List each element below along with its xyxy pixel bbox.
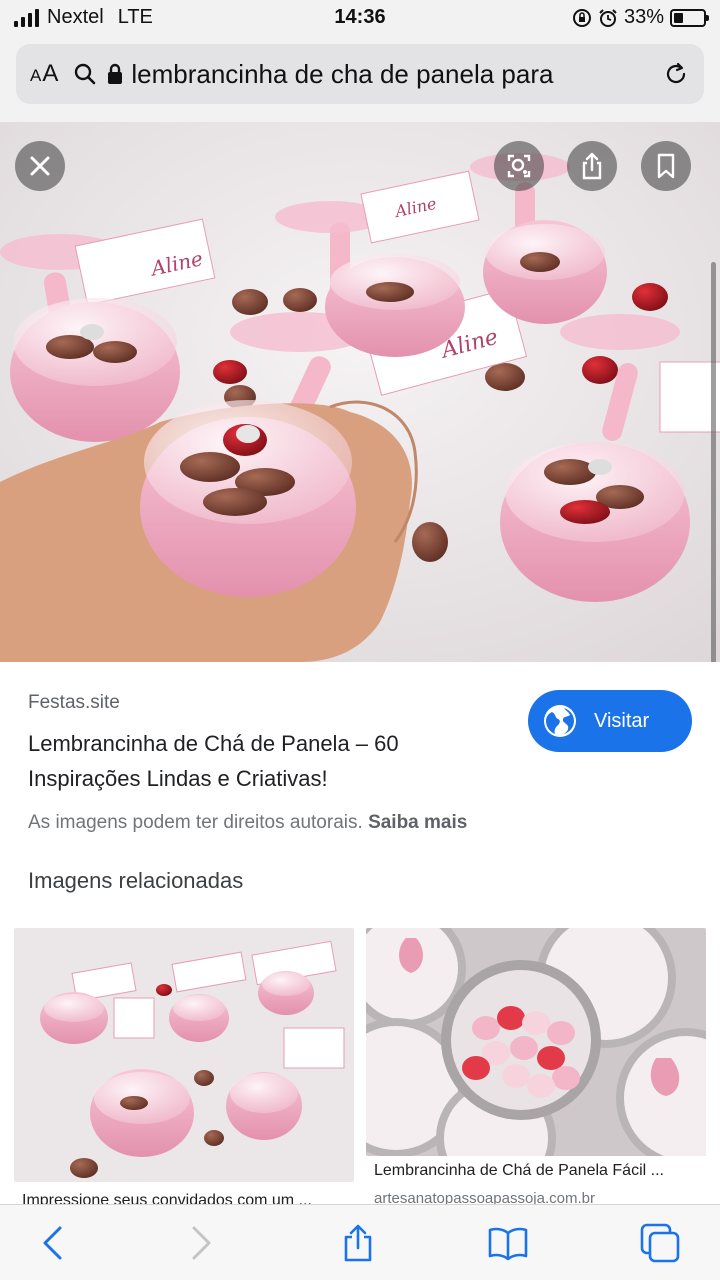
related-caption-2[interactable]: Lembrancinha de Chá de Panela Fácil ... bbox=[374, 1162, 698, 1180]
bookmarks-icon bbox=[488, 1227, 528, 1261]
party-favor-photo: Aline Aline Aline bbox=[0, 122, 720, 662]
close-icon bbox=[30, 156, 50, 176]
related-photo-2 bbox=[366, 928, 706, 1156]
share-icon bbox=[582, 152, 602, 180]
share-icon bbox=[344, 1224, 372, 1262]
favor-pot bbox=[483, 220, 607, 324]
globe-icon bbox=[544, 705, 576, 737]
result-source[interactable]: Festas.site bbox=[28, 692, 120, 714]
learn-more-link[interactable]: Saiba mais bbox=[368, 812, 467, 833]
favor-pot bbox=[325, 254, 465, 357]
close-button[interactable] bbox=[15, 141, 65, 191]
lens-icon bbox=[507, 154, 531, 178]
search-icon bbox=[75, 63, 96, 85]
favor-pot bbox=[500, 442, 690, 602]
rotation-lock-icon bbox=[572, 8, 591, 27]
text-size-icon[interactable]: AA bbox=[30, 60, 59, 88]
related-image-1[interactable] bbox=[14, 928, 354, 1182]
bottom-toolbar bbox=[0, 1204, 720, 1280]
battery-icon bbox=[670, 8, 709, 27]
tabs-button[interactable] bbox=[638, 1221, 682, 1265]
forward-icon bbox=[192, 1226, 211, 1260]
bookmark-icon bbox=[657, 153, 675, 179]
browser-header: AA lembrancinha de cha de panela para bbox=[0, 38, 720, 122]
visit-label: Visitar bbox=[594, 709, 650, 732]
result-title[interactable]: Lembrancinha de Chá de Panela – 60 Inspi… bbox=[28, 726, 498, 796]
lens-button[interactable] bbox=[494, 141, 544, 191]
share-button[interactable] bbox=[567, 141, 617, 191]
image-viewer: Aline Aline Aline bbox=[0, 122, 720, 662]
related-photo-1 bbox=[14, 928, 354, 1182]
network-label: LTE bbox=[117, 6, 153, 28]
related-image-2[interactable] bbox=[366, 928, 706, 1156]
reload-icon[interactable] bbox=[662, 60, 690, 88]
battery-percent: 33% bbox=[623, 6, 664, 28]
back-icon bbox=[43, 1226, 62, 1260]
url-text[interactable]: lembrancinha de cha de panela para bbox=[131, 59, 662, 90]
address-bar[interactable]: AA lembrancinha de cha de panela para bbox=[16, 44, 704, 104]
related-caption-1[interactable]: Impressione seus convidados com um ... bbox=[22, 1192, 342, 1204]
share-page-button[interactable] bbox=[336, 1221, 380, 1265]
bookmark-button[interactable] bbox=[641, 141, 691, 191]
bookmarks-button[interactable] bbox=[486, 1221, 530, 1265]
alarm-icon bbox=[599, 8, 617, 27]
favor-pot-front bbox=[140, 400, 356, 597]
favor-pot bbox=[10, 298, 180, 442]
copyright-notice: As imagens podem ter direitos autorais. … bbox=[28, 812, 467, 834]
related-heading: Imagens relacionadas bbox=[28, 868, 244, 893]
forward-button[interactable] bbox=[180, 1221, 224, 1265]
back-button[interactable] bbox=[30, 1221, 74, 1265]
tabs-icon bbox=[640, 1223, 680, 1263]
carrier-label: Nextel bbox=[47, 6, 104, 28]
related-source-2: artesanatopassoapassoja.com.br bbox=[374, 1190, 595, 1204]
status-bar: Nextel LTE 14:36 33% bbox=[0, 0, 720, 38]
scrollbar[interactable] bbox=[711, 262, 716, 662]
copyright-text: As imagens podem ter direitos autorais. bbox=[28, 812, 363, 833]
lock-icon bbox=[108, 63, 123, 84]
signal-icon bbox=[14, 8, 39, 27]
visit-button[interactable]: Visitar bbox=[528, 690, 692, 752]
